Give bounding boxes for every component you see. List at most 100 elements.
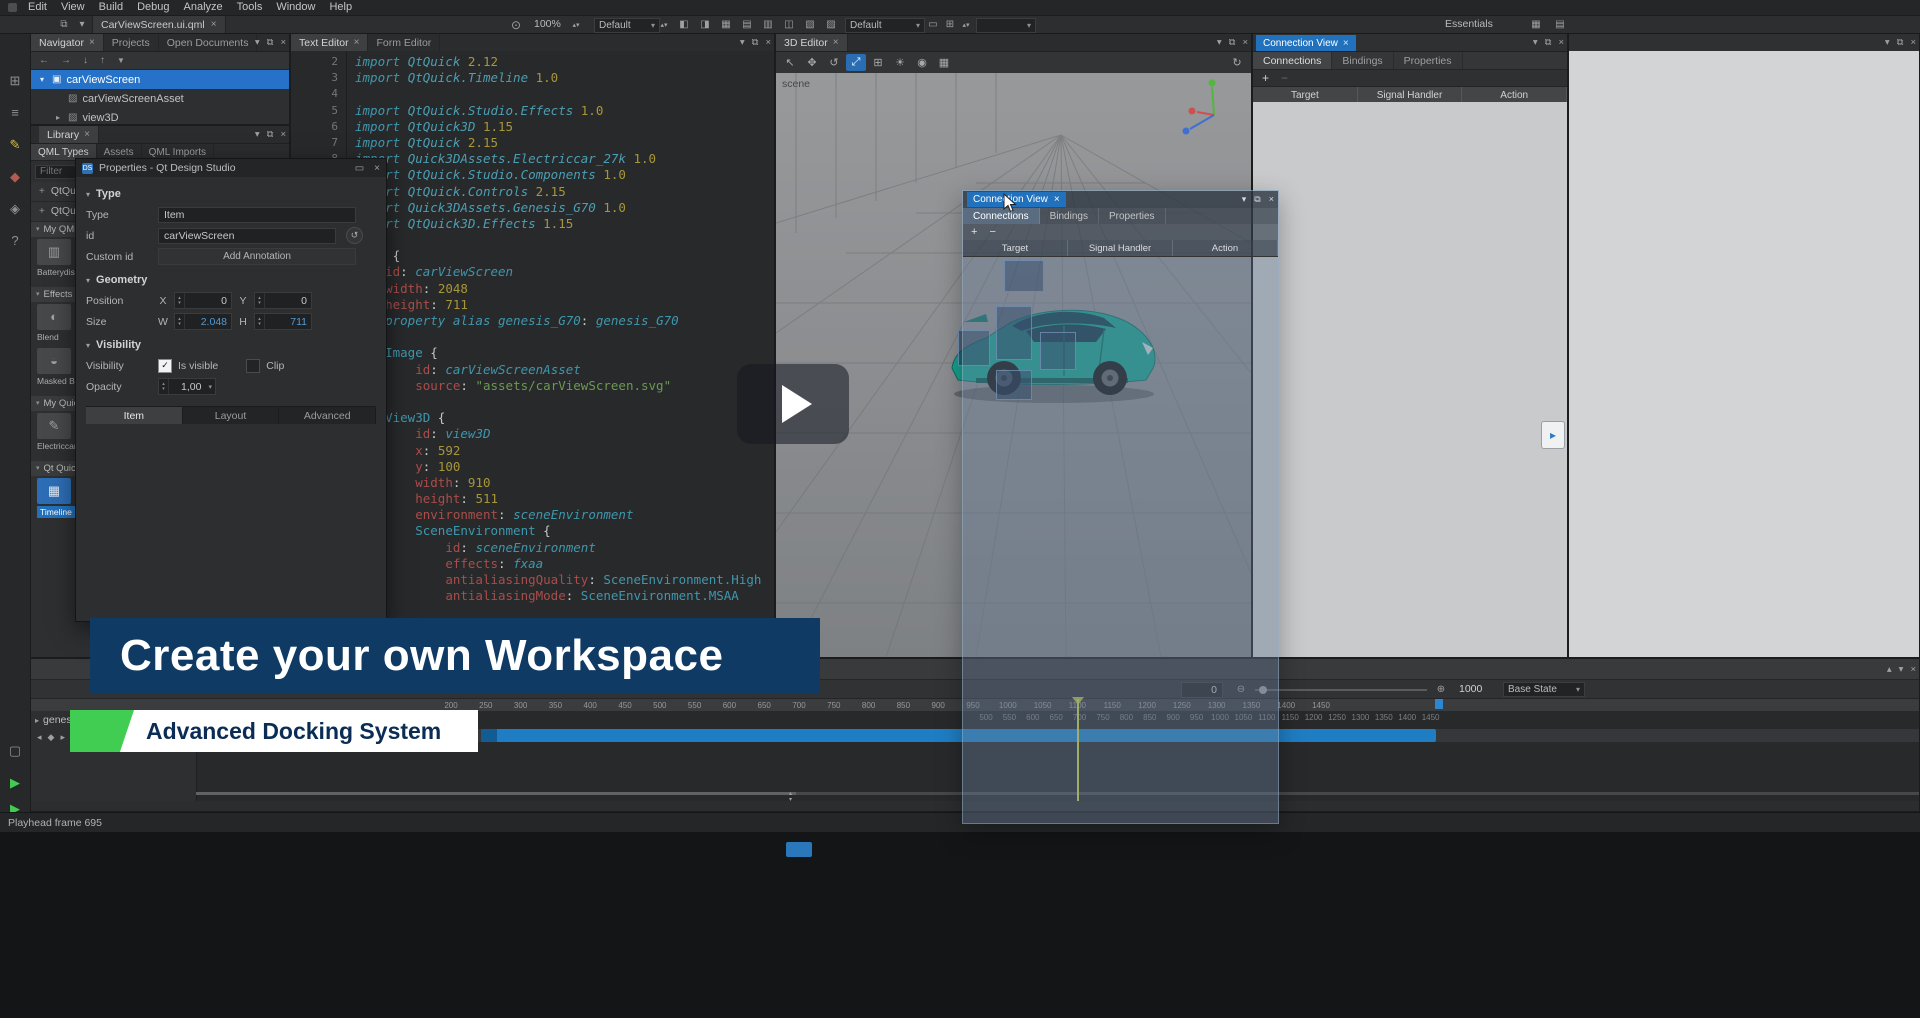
- menu-help[interactable]: Help: [322, 0, 359, 15]
- keyframe-icon[interactable]: ◆: [48, 732, 55, 743]
- layout-icon[interactable]: ⊞: [942, 17, 958, 32]
- menu-tools[interactable]: Tools: [230, 0, 270, 15]
- remove-connection-icon[interactable]: −: [1281, 71, 1288, 85]
- menu-debug[interactable]: Debug: [130, 0, 176, 15]
- extensions-icon[interactable]: ▦: [1528, 17, 1544, 32]
- chevron-down-icon[interactable]: ▾: [1533, 37, 1538, 48]
- move-up-icon[interactable]: ↑: [100, 55, 105, 66]
- grid-icon[interactable]: ▦: [718, 17, 734, 32]
- section-type[interactable]: ▾Type: [86, 188, 376, 200]
- tab-properties[interactable]: Properties: [1394, 52, 1463, 69]
- chevron-down-icon[interactable]: ▾: [74, 17, 90, 32]
- bottom-handle[interactable]: [786, 842, 812, 857]
- popout-icon[interactable]: ⧉: [1545, 37, 1552, 48]
- zoom-stepper[interactable]: ▴▾: [568, 17, 584, 32]
- chevron-down-icon[interactable]: ▾: [255, 129, 260, 140]
- end-frame-marker[interactable]: [1435, 699, 1443, 709]
- section-visibility[interactable]: ▾Visibility: [86, 339, 376, 351]
- menu-window[interactable]: Window: [269, 0, 322, 15]
- zoom-in-icon[interactable]: ⊕: [1433, 682, 1449, 697]
- camera-tool-icon[interactable]: ◉: [912, 54, 932, 71]
- snap-icon[interactable]: ◫: [781, 17, 797, 32]
- close-icon[interactable]: ×: [280, 129, 286, 140]
- id-field[interactable]: carViewScreen: [158, 228, 336, 244]
- tab-form-editor[interactable]: Form Editor: [368, 34, 440, 51]
- chevron-down-icon[interactable]: ▾: [740, 37, 745, 48]
- connection-view-drag-preview[interactable]: Connection View × ▾ ⧉ × ConnectionsBindi…: [962, 190, 1279, 824]
- snap-tool-icon[interactable]: ⊞: [868, 54, 888, 71]
- next-keyframe-icon[interactable]: ▸: [60, 732, 65, 743]
- tab-navigator[interactable]: Navigator×: [31, 34, 104, 51]
- close-icon[interactable]: ×: [280, 37, 286, 48]
- popout-icon[interactable]: ⧉: [1229, 37, 1236, 48]
- properties-tab-item[interactable]: Item: [86, 407, 183, 424]
- overlay-icon[interactable]: ▨: [823, 17, 839, 32]
- close-icon[interactable]: ×: [1269, 194, 1274, 205]
- stepper-icon[interactable]: ▴▾: [958, 17, 974, 32]
- close-icon[interactable]: ×: [84, 129, 90, 140]
- edit-mode-icon[interactable]: ≡: [0, 100, 30, 126]
- welcome-mode-icon[interactable]: ⊞: [0, 68, 30, 94]
- popout-icon[interactable]: ⧉: [267, 129, 274, 140]
- navigator-item-carViewScreen[interactable]: ▾▣carViewScreen: [31, 70, 289, 89]
- properties-window-titlebar[interactable]: DS Properties - Qt Design Studio ▭ ×: [76, 159, 386, 177]
- chevron-up-icon[interactable]: ▴: [1887, 664, 1892, 675]
- y-position-stepper[interactable]: ▴▾0: [254, 292, 312, 309]
- move-down-icon[interactable]: ↓: [83, 55, 88, 66]
- prev-keyframe-icon[interactable]: ◂: [37, 732, 42, 743]
- grid-tool-icon[interactable]: ▦: [934, 54, 954, 71]
- close-icon[interactable]: ×: [1054, 194, 1060, 205]
- frame-icon[interactable]: ◧: [676, 17, 692, 32]
- splitter-collapse[interactable]: ▴▾: [789, 791, 792, 803]
- popout-icon[interactable]: ⧉: [1897, 37, 1904, 48]
- close-icon[interactable]: ×: [765, 37, 771, 48]
- type-field[interactable]: Item: [158, 207, 356, 223]
- close-icon[interactable]: ×: [211, 19, 217, 30]
- extra-selector[interactable]: ▾: [976, 18, 1036, 33]
- help-mode-icon[interactable]: ?: [0, 228, 30, 254]
- theme-selector[interactable]: Default▾: [845, 18, 925, 33]
- kit-selector-icon[interactable]: ▢: [0, 738, 30, 764]
- connection-table-body[interactable]: [1253, 102, 1567, 657]
- properties-tab-advanced[interactable]: Advanced: [279, 407, 376, 424]
- clip-checkbox[interactable]: [246, 359, 260, 373]
- popout-icon[interactable]: ⧉: [267, 37, 274, 48]
- filter-icon[interactable]: ▼: [117, 56, 125, 65]
- tab-open-documents[interactable]: Open Documents: [159, 34, 258, 51]
- section-geometry[interactable]: ▾Geometry: [86, 274, 376, 286]
- run-button-icon[interactable]: ▶: [0, 770, 30, 796]
- rows-icon[interactable]: ▤: [739, 17, 755, 32]
- navigator-item-carViewScreenAsset[interactable]: ▨carViewScreenAsset: [31, 89, 289, 108]
- close-icon[interactable]: ×: [833, 37, 839, 48]
- design-mode-icon[interactable]: ✎: [0, 132, 30, 158]
- remove-connection-icon[interactable]: −: [989, 226, 995, 238]
- feedback-icon[interactable]: ▤: [1552, 17, 1568, 32]
- close-icon[interactable]: ×: [1242, 37, 1248, 48]
- chevron-down-icon[interactable]: ▾: [1899, 664, 1904, 675]
- scrollbar-handle[interactable]: [196, 792, 796, 795]
- properties-tab-layout[interactable]: Layout: [183, 407, 280, 424]
- run-preview-icon[interactable]: ⊙: [508, 17, 524, 32]
- document-tab[interactable]: CarViewScreen.ui.qml ×: [92, 16, 226, 33]
- chevron-down-icon[interactable]: ▾: [1885, 37, 1890, 48]
- stepper-icon[interactable]: ▴▾: [656, 17, 672, 32]
- add-connection-icon[interactable]: +: [971, 226, 977, 238]
- hatch-icon[interactable]: ▧: [802, 17, 818, 32]
- move-left-icon[interactable]: ←: [39, 55, 49, 66]
- state-selector[interactable]: Base State▾: [1503, 682, 1585, 697]
- add-annotation-button[interactable]: Add Annotation: [158, 248, 356, 265]
- columns-icon[interactable]: ▥: [760, 17, 776, 32]
- tab-library[interactable]: Library ×: [39, 126, 99, 143]
- close-icon[interactable]: ×: [1558, 37, 1564, 48]
- reset-icon[interactable]: ↺: [346, 227, 363, 244]
- maximize-icon[interactable]: ▭: [355, 163, 364, 174]
- tab-projects[interactable]: Projects: [104, 34, 159, 51]
- tab-properties[interactable]: Properties: [1099, 208, 1166, 224]
- tab-bindings[interactable]: Bindings: [1332, 52, 1393, 69]
- chevron-down-icon[interactable]: ▾: [1217, 37, 1222, 48]
- move-right-icon[interactable]: →: [61, 55, 71, 66]
- tab-bindings[interactable]: Bindings: [1040, 208, 1099, 224]
- tab-connections[interactable]: Connections: [1253, 52, 1332, 69]
- light-tool-icon[interactable]: ☀: [890, 54, 910, 71]
- chevron-down-icon[interactable]: ▾: [255, 37, 260, 48]
